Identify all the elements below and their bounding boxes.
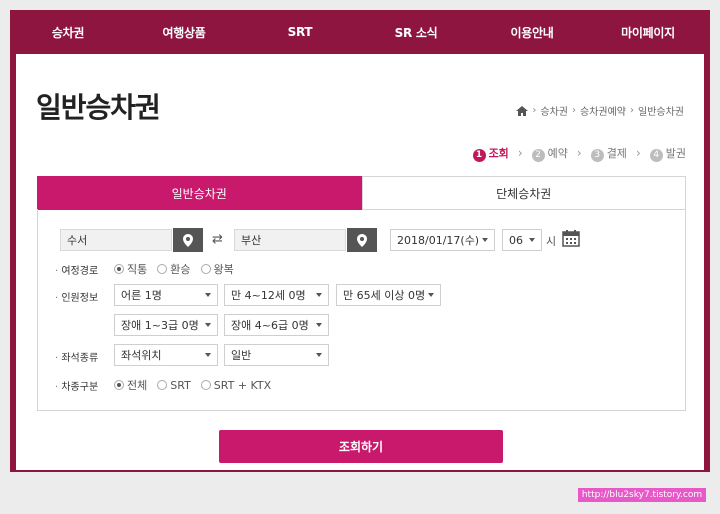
tab-group-ticket[interactable]: 단체승차권 — [361, 176, 686, 210]
train-option-srt[interactable]: SRT — [157, 379, 191, 392]
departure-station-search-button[interactable] — [173, 228, 203, 252]
train-option-label: SRT + KTX — [213, 378, 272, 392]
chevron-down-icon — [482, 238, 488, 242]
step-label: 발권 — [665, 147, 686, 160]
route-radio-group: 직통 환승 왕복 — [114, 261, 234, 277]
date-value: 2018/01/17(수) — [397, 234, 480, 247]
step-number: 4 — [649, 148, 663, 162]
chevron-down-icon — [529, 238, 535, 242]
adult-count-value: 어른 1명 — [121, 289, 162, 302]
step-number: 3 — [590, 148, 604, 162]
step-search: 1 조회 — [472, 145, 509, 162]
hour-unit-label: 시 — [546, 235, 557, 248]
breadcrumb: › 승차권 › 승차권예약 › 일반승차권 — [516, 103, 684, 118]
radio-checked-icon — [114, 264, 124, 274]
adult-count-select[interactable]: 어른 1명 — [114, 284, 218, 306]
route-label: 여정경로 — [55, 262, 98, 277]
radio-icon — [200, 380, 211, 390]
nav-item-travel-products[interactable]: 여행상품 — [126, 24, 242, 41]
hour-value: 06 — [509, 233, 523, 247]
step-reserve: 2 예약 — [531, 145, 568, 162]
route-option-label: 환승 — [170, 263, 191, 276]
swap-stations-icon[interactable]: ⇄ — [212, 232, 223, 247]
train-option-label: SRT — [170, 378, 191, 392]
disabled-4-6-count-value: 장애 4~6급 0명 — [231, 319, 309, 332]
seat-class-value: 일반 — [231, 349, 252, 362]
route-option-roundtrip[interactable]: 왕복 — [200, 261, 234, 277]
radio-checked-icon — [114, 380, 124, 390]
page-title: 일반승차권 — [36, 91, 161, 124]
radio-icon — [157, 264, 168, 274]
chevron-down-icon — [316, 293, 322, 297]
train-option-srt-ktx[interactable]: SRT + KTX — [200, 378, 272, 392]
breadcrumb-item-reservation[interactable]: 승차권예약 — [580, 103, 626, 118]
step-label: 예약 — [547, 147, 568, 160]
watermark: http://blu2sky7.tistory.com — [578, 488, 706, 502]
nav-item-sr-news[interactable]: SR 소식 — [358, 24, 474, 41]
seat-position-select[interactable]: 좌석위치 — [114, 344, 218, 366]
date-select[interactable]: 2018/01/17(수) — [390, 229, 495, 251]
arrival-station-input[interactable]: 부산 — [234, 229, 346, 251]
radio-icon — [200, 264, 211, 274]
step-number: 2 — [531, 148, 545, 162]
location-pin-icon — [357, 233, 367, 247]
chevron-down-icon — [316, 353, 322, 357]
disabled-4-6-count-select[interactable]: 장애 4~6급 0명 — [224, 314, 329, 336]
ticket-type-tabs: 일반승차권 단체승차권 — [37, 176, 686, 210]
nav-item-guide[interactable]: 이용안내 — [474, 24, 590, 41]
chevron-down-icon — [205, 293, 211, 297]
nav-item-tickets[interactable]: 승차권 — [10, 24, 126, 41]
chevron-down-icon — [428, 293, 434, 297]
disabled-1-3-count-select[interactable]: 장애 1~3급 0명 — [114, 314, 218, 336]
breadcrumb-item-current: 일반승차권 — [638, 107, 684, 118]
nav-item-mypage[interactable]: 마이페이지 — [590, 24, 706, 41]
breadcrumb-separator-icon: › — [630, 105, 634, 116]
child-count-value: 만 4~12세 0명 — [231, 289, 306, 302]
step-number: 1 — [472, 148, 486, 162]
passengers-label: 인원정보 — [55, 289, 98, 304]
route-option-transfer[interactable]: 환승 — [157, 261, 191, 277]
child-count-select[interactable]: 만 4~12세 0명 — [224, 284, 329, 306]
chevron-down-icon — [205, 323, 211, 327]
departure-station-input[interactable]: 수서 — [60, 229, 172, 251]
breadcrumb-separator-icon: › — [532, 105, 537, 116]
seat-position-value: 좌석위치 — [121, 349, 162, 362]
seat-class-select[interactable]: 일반 — [224, 344, 329, 366]
calendar-icon[interactable] — [562, 230, 580, 247]
disabled-1-3-count-value: 장애 1~3급 0명 — [121, 319, 199, 332]
chevron-down-icon — [205, 353, 211, 357]
chevron-right-icon: › — [635, 146, 641, 161]
step-label: 조회 — [488, 147, 509, 160]
hour-select[interactable]: 06 — [502, 229, 542, 251]
search-button[interactable]: 조회하기 — [219, 430, 503, 463]
chevron-down-icon — [316, 323, 322, 327]
progress-steps: 1 조회 › 2 예약 › 3 결제 › 4 발권 — [472, 145, 686, 162]
step-issue: 4 발권 — [649, 145, 686, 162]
senior-count-value: 만 65세 이상 0명 — [343, 289, 426, 302]
main-nav: 승차권 여행상품 SRT SR 소식 이용안내 마이페이지 — [10, 10, 710, 54]
senior-count-select[interactable]: 만 65세 이상 0명 — [336, 284, 441, 306]
train-type-radio-group: 전체 SRT SRT + KTX — [114, 377, 271, 393]
chevron-right-icon: › — [517, 146, 523, 161]
home-icon[interactable] — [516, 105, 529, 116]
step-payment: 3 결제 — [590, 145, 627, 162]
step-label: 결제 — [606, 147, 627, 160]
train-option-label: 전체 — [127, 379, 148, 392]
breadcrumb-separator-icon: › — [572, 105, 576, 116]
nav-item-srt[interactable]: SRT — [242, 25, 358, 39]
location-pin-icon — [183, 233, 193, 247]
train-option-all[interactable]: 전체 — [114, 377, 147, 393]
route-option-label: 왕복 — [213, 263, 234, 276]
arrival-station-search-button[interactable] — [347, 228, 377, 252]
route-option-direct[interactable]: 직통 — [114, 261, 147, 277]
route-option-label: 직통 — [127, 263, 148, 276]
tab-general-ticket[interactable]: 일반승차권 — [37, 176, 362, 210]
seat-type-label: 좌석종류 — [55, 349, 98, 364]
chevron-right-icon: › — [576, 146, 582, 161]
breadcrumb-item-tickets[interactable]: 승차권 — [540, 103, 568, 118]
radio-icon — [157, 380, 168, 390]
train-type-label: 차종구분 — [55, 378, 98, 393]
